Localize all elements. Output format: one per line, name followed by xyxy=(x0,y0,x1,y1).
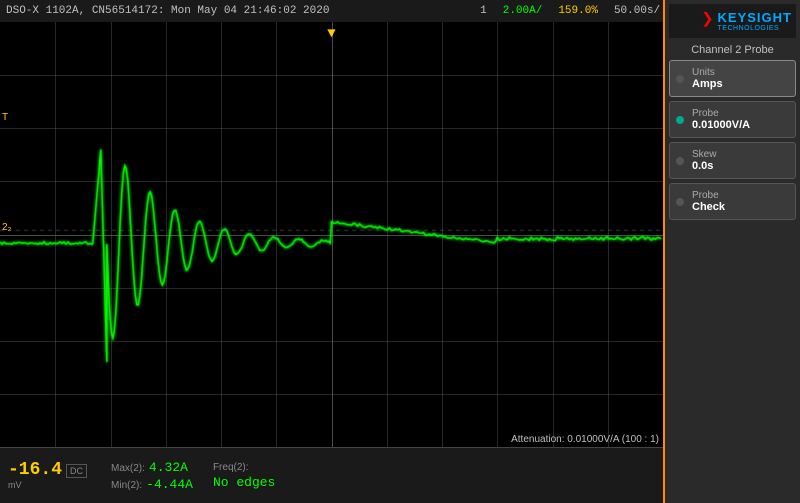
freq-pair: Freq(2): No edges xyxy=(213,462,275,490)
freq-row: Freq(2): xyxy=(213,462,275,473)
skew-button[interactable]: Skew 0.0s xyxy=(669,142,796,179)
probe-check-dot-icon xyxy=(676,198,684,206)
keysight-technologies: TECHNOLOGIES xyxy=(718,25,780,32)
panel-section-title: Channel 2 Probe xyxy=(669,44,796,56)
right-panel: ❯ KEYSIGHT TECHNOLOGIES Channel 2 Probe … xyxy=(663,0,800,503)
bottom-bar: -16.4 DC mV Max(2): 4.32A Min(2): -4.44A… xyxy=(0,447,663,503)
probe-button[interactable]: Probe 0.01000V/A xyxy=(669,101,796,138)
ch2-marker: 2₂ xyxy=(2,222,11,233)
min-row: Min(2): -4.44A xyxy=(111,477,193,492)
units-value: Amps xyxy=(692,78,787,90)
skew-label: Skew xyxy=(692,149,787,160)
time-per-div: 50.00s/ xyxy=(614,5,660,17)
max-row: Max(2): 4.32A xyxy=(111,460,193,475)
keysight-name: KEYSIGHT xyxy=(718,10,792,25)
probe-value: 0.01000V/A xyxy=(692,119,787,131)
attenuation-label: Attenuation: 0.01000V/A (100 : 1) xyxy=(511,434,659,445)
oscilloscope-display: ▼ 2₂ T Attenuation: 0.01000V/A (100 : 1) xyxy=(0,22,663,447)
keysight-chevron-icon: ❯ xyxy=(701,11,713,31)
freq-value: No edges xyxy=(213,475,275,490)
probe-check-sub: Check xyxy=(692,201,787,213)
trigger-marker: ▼ xyxy=(327,26,335,42)
ch2-label: 2 xyxy=(2,222,8,233)
probe-label: Probe xyxy=(692,108,787,119)
freq-value-row: No edges xyxy=(213,475,275,490)
min-value: -4.44A xyxy=(146,477,193,492)
skew-dot-icon xyxy=(676,157,684,165)
probe-check-button[interactable]: Probe Check xyxy=(669,183,796,220)
timebase-value: 2.00A/ xyxy=(503,5,543,17)
t-marker: T xyxy=(2,112,8,123)
channel1-indicator: 1 xyxy=(480,5,487,17)
main-voltage-value: -16.4 xyxy=(8,461,62,481)
max-min-pair: Max(2): 4.32A Min(2): -4.44A xyxy=(111,460,193,492)
probe-dot-icon xyxy=(676,116,684,124)
main-voltage-meas: -16.4 DC mV xyxy=(8,461,87,491)
horizontal-pos: 159.0% xyxy=(558,5,598,17)
main-voltage-sub: mV xyxy=(8,480,22,490)
units-button[interactable]: Units Amps xyxy=(669,60,796,97)
min-label: Min(2): xyxy=(111,480,142,491)
max-label: Max(2): xyxy=(111,463,145,474)
keysight-logo: ❯ KEYSIGHT TECHNOLOGIES xyxy=(669,4,796,38)
freq-label: Freq(2): xyxy=(213,462,249,473)
units-label: Units xyxy=(692,67,787,78)
probe-check-label: Probe xyxy=(692,190,787,201)
skew-value: 0.0s xyxy=(692,160,787,172)
units-dot-icon xyxy=(676,75,684,83)
scope-title: DSO-X 1102A, CN56514172: Mon May 04 21:4… xyxy=(6,5,480,17)
waveform-canvas xyxy=(0,22,663,447)
dc-badge: DC xyxy=(66,464,87,478)
max-value: 4.32A xyxy=(149,460,188,475)
